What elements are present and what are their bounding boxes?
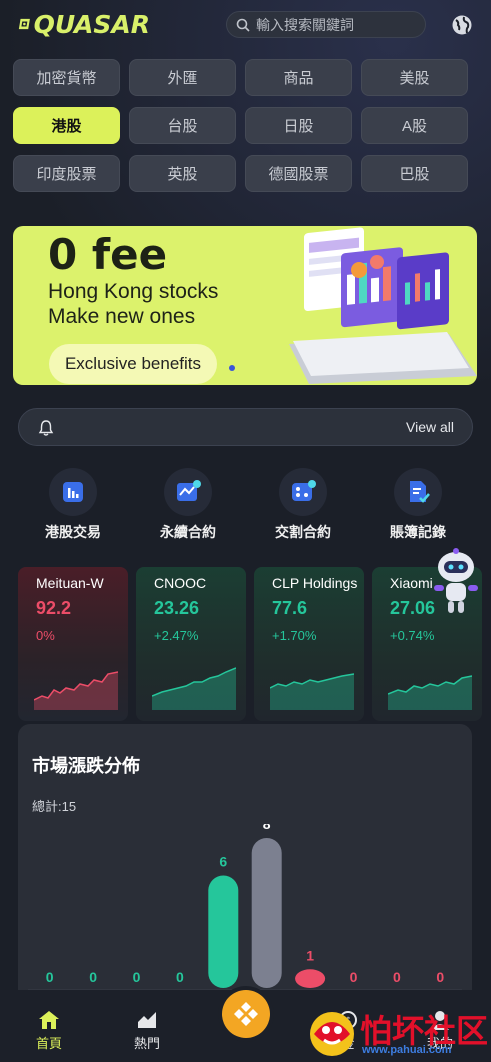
home-icon: [39, 1011, 59, 1029]
stock-price: 92.2: [36, 598, 72, 618]
banner-pagination-dot[interactable]: [229, 365, 235, 371]
stock-card[interactable]: CLP Holdings 77.6 +1.70%: [254, 567, 364, 721]
quick-action-label: 永續合約: [160, 524, 216, 540]
category-tw-stocks[interactable]: 台股: [129, 107, 236, 144]
notice-bar[interactable]: View all: [18, 408, 473, 446]
nav-home[interactable]: 首頁: [19, 1010, 79, 1052]
distribution-total: 總計:15: [32, 799, 77, 814]
search-box[interactable]: [226, 11, 426, 38]
chart-value-label: 0: [133, 969, 141, 985]
trade-center-button[interactable]: [222, 990, 270, 1038]
category-commodities[interactable]: 商品: [245, 59, 352, 96]
stock-change: +0.74%: [390, 628, 435, 643]
nav-label: 首頁: [35, 1036, 62, 1051]
quick-action-label: 賬簿記錄: [390, 524, 446, 540]
ledger-check-icon: [394, 468, 442, 516]
robot-assistant-icon[interactable]: [428, 545, 484, 619]
stock-card[interactable]: CNOOC 23.26 +2.47%: [136, 567, 246, 721]
header: QUASAR: [0, 0, 491, 48]
distribution-title: 市場漲跌分佈: [32, 756, 140, 776]
stock-sparkline: [34, 671, 118, 710]
banner-line2: Make new ones: [48, 305, 196, 328]
chart-value-label: 0: [46, 969, 54, 985]
quick-action-perpetual[interactable]: 永續合約: [148, 468, 228, 542]
stock-change: +1.70%: [272, 628, 317, 643]
bell-icon: [38, 420, 54, 436]
chart-bar: [251, 838, 282, 988]
quick-action-hk-trade[interactable]: 港股交易: [33, 468, 113, 542]
chart-value-label: 0: [89, 969, 97, 985]
watermark: 怕坏社区 www.pahuai.com: [300, 998, 490, 1062]
promo-banner[interactable]: 0 fee Hong Kong stocks Make new ones Exc…: [13, 226, 477, 385]
trend-icon: [138, 1012, 156, 1028]
chart-bar-icon: [49, 468, 97, 516]
dice-icon: [279, 468, 327, 516]
stock-name: Meituan-W: [36, 575, 104, 591]
chart-value-label: 0: [393, 969, 401, 985]
chart-value-label: 1: [306, 947, 314, 963]
globe-icon[interactable]: [451, 14, 473, 36]
search-icon: [236, 18, 250, 32]
chart-bar: [208, 875, 239, 988]
nav-trending[interactable]: 熱門: [117, 1010, 177, 1052]
category-forex[interactable]: 外匯: [129, 59, 236, 96]
category-br-stocks[interactable]: 巴股: [361, 155, 468, 192]
stock-name: CNOOC: [154, 575, 207, 591]
stock-sparkline: [270, 673, 354, 710]
quick-action-label: 港股交易: [45, 524, 101, 540]
stock-price: 77.6: [272, 598, 308, 618]
stock-cards-carousel[interactable]: Meituan-W 92.2 0% CNOOC 23.26 +2.47% CLP…: [18, 567, 491, 722]
contract-chart-icon: [164, 468, 212, 516]
quick-action-delivery[interactable]: 交割合約: [263, 468, 343, 542]
stock-sparkline: [152, 667, 236, 710]
stock-name: CLP Holdings: [272, 575, 358, 591]
banner-title: 0 fee: [48, 230, 168, 279]
search-input[interactable]: [256, 16, 416, 33]
nav-label: 熱門: [133, 1036, 160, 1051]
chart-value-label: 8: [263, 824, 271, 832]
stock-sparkline: [388, 675, 472, 710]
category-uk-stocks[interactable]: 英股: [129, 155, 236, 192]
market-distribution-panel: 市場漲跌分佈 總計:15 0000681000: [18, 724, 472, 1024]
chart-bar: [295, 969, 326, 988]
category-us-stocks[interactable]: 美股: [361, 59, 468, 96]
stock-price: 23.26: [154, 598, 200, 618]
chart-value-label: 0: [350, 969, 358, 985]
category-crypto[interactable]: 加密貨幣: [13, 59, 120, 96]
banner-illustration: [289, 227, 477, 384]
stock-name: Xiaomi: [390, 575, 433, 591]
watermark-logo-icon: [310, 1012, 354, 1056]
stock-change: +2.47%: [154, 628, 199, 643]
quick-action-ledger[interactable]: 賬簿記錄: [378, 468, 458, 542]
watermark-url: www.pahuai.com: [362, 1044, 452, 1056]
view-all-link[interactable]: View all: [406, 419, 454, 435]
stock-change: 0%: [36, 628, 55, 643]
chart-value-label: 0: [436, 969, 444, 985]
category-a-shares[interactable]: A股: [361, 107, 468, 144]
stock-card[interactable]: Meituan-W 92.2 0%: [18, 567, 128, 721]
category-de-stocks[interactable]: 德國股票: [245, 155, 352, 192]
market-category-grid: 加密貨幣 外匯 商品 美股 港股 台股 日股 A股 印度股票 英股 德國股票 巴…: [13, 59, 469, 192]
logo-mark-icon: [18, 18, 30, 30]
trade-center-icon: [234, 1002, 258, 1026]
banner-line1: Hong Kong stocks: [48, 280, 219, 303]
logo[interactable]: QUASAR: [18, 9, 150, 39]
category-india-stocks[interactable]: 印度股票: [13, 155, 120, 192]
quick-action-label: 交割合約: [275, 524, 331, 540]
category-hk-stocks[interactable]: 港股: [13, 107, 120, 144]
banner-cta-button[interactable]: Exclusive benefits: [49, 344, 217, 384]
category-jp-stocks[interactable]: 日股: [245, 107, 352, 144]
chart-value-label: 6: [219, 854, 227, 870]
logo-text: QUASAR: [33, 9, 150, 39]
chart-value-label: 0: [176, 969, 184, 985]
